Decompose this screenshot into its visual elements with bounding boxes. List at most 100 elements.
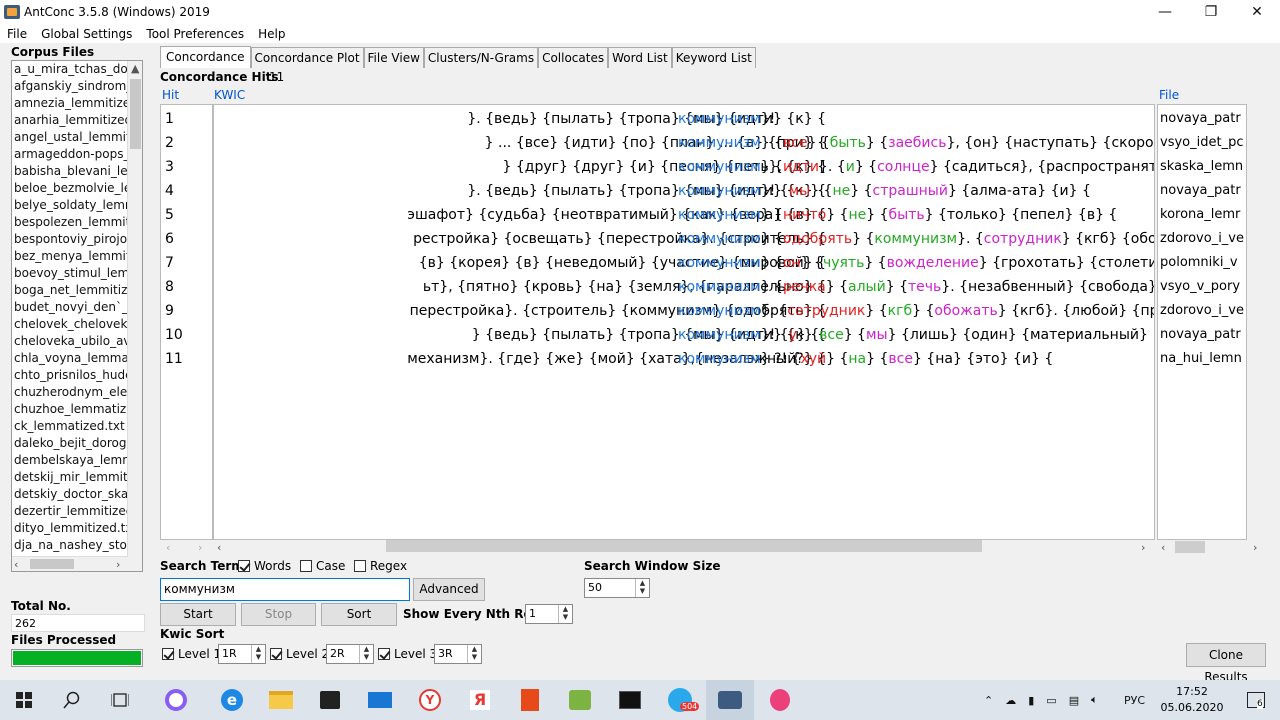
regex-checkbox[interactable]: Regex xyxy=(354,559,407,573)
corpus-file-item[interactable]: belye_soldaty_lemm xyxy=(12,197,128,214)
kwic-line[interactable]: перестройка}. {строитель} {коммунизм} {о… xyxy=(214,299,1154,323)
scroll-right-icon[interactable]: › xyxy=(1253,540,1257,555)
checkbox-icon[interactable] xyxy=(300,560,312,572)
checkbox-checked-icon[interactable] xyxy=(162,648,174,660)
notifications-icon[interactable]: 6 xyxy=(1232,680,1280,720)
corpus-file-item[interactable]: beloe_bezmolvie_le xyxy=(12,180,128,197)
file-column[interactable]: novaya_patr vsyo_idet_pc skaska_lemn novaya… xyxy=(1157,104,1247,540)
kwic-line[interactable]: {в} {корея} {в} {неведомый} {участие} {м… xyxy=(214,251,1154,275)
yandex-icon[interactable]: Я xyxy=(456,680,504,720)
spinner-arrows-icon[interactable]: ▲ ▼ xyxy=(558,605,572,623)
kwic-keyword[interactable]: коммунизм xyxy=(678,207,761,223)
scroll-right-icon[interactable]: › xyxy=(1141,540,1145,555)
scrollbar-thumb[interactable] xyxy=(130,79,141,149)
file-name[interactable]: novaya_patr xyxy=(1160,107,1241,131)
words-checkbox[interactable]: Words xyxy=(238,559,291,573)
kwic-results-pane[interactable]: }. {ведь} {пылать} {тропа} {мы} {идти} {… xyxy=(213,104,1155,540)
paint-3d-icon[interactable] xyxy=(756,680,804,720)
hit-number-column[interactable]: 1 2 3 4 5 6 7 8 9 10 11 xyxy=(160,104,213,540)
corpus-file-item[interactable]: cheloveka_ubilo_avt xyxy=(12,333,128,350)
level2-checkbox[interactable]: Level 2 xyxy=(270,647,329,661)
hit-number[interactable]: 5 xyxy=(165,203,174,227)
corpus-file-item[interactable]: chto_prisnilos_hudc xyxy=(12,367,128,384)
kwic-line[interactable]: механизм}. {где} {же} {мой} {хата},{неза… xyxy=(214,347,1154,371)
checkbox-checked-icon[interactable] xyxy=(238,560,250,572)
clock[interactable]: 17:52 05.06.2020 xyxy=(1160,684,1224,716)
hit-number[interactable]: 7 xyxy=(165,251,174,275)
kwic-keyword[interactable]: коммунизм xyxy=(678,111,761,127)
antconc-taskbar-icon[interactable] xyxy=(706,680,754,720)
kwic-keyword[interactable]: коммунизм xyxy=(678,351,761,367)
menu-help[interactable]: Help xyxy=(251,27,292,41)
kwic-keyword[interactable]: коммунизм xyxy=(678,255,761,271)
corpus-file-item[interactable]: afganskiy_sindrom_ xyxy=(12,78,128,95)
corpus-file-item[interactable]: detskij_mir_lemmitiz xyxy=(12,469,128,486)
corpus-file-item[interactable]: babisha_blevani_ler xyxy=(12,163,128,180)
kwic-keyword[interactable]: коммунизм xyxy=(678,183,761,199)
volume-icon[interactable]: 🔈︎ xyxy=(1091,693,1098,707)
kwic-hscroll-thumb[interactable] xyxy=(386,540,982,552)
level3-spinner[interactable]: 3R ▲ ▼ xyxy=(434,644,482,664)
corpus-file-item[interactable]: bespolezen_lemmit xyxy=(12,214,128,231)
tab-clusters[interactable]: Clusters/N-Grams xyxy=(423,47,539,68)
kwic-line[interactable]: }. {ведь} {пылать} {тропа} {мы} {идти} {… xyxy=(214,107,1154,131)
corpus-file-item[interactable]: chelovek_cheloveku xyxy=(12,316,128,333)
scrollbar-thumb[interactable] xyxy=(30,559,74,569)
advanced-button[interactable]: Advanced xyxy=(413,578,485,601)
case-checkbox[interactable]: Case xyxy=(300,559,345,573)
battery-icon[interactable]: ▭ xyxy=(1046,694,1056,707)
tab-keyword-list[interactable]: Keyword List xyxy=(671,47,756,68)
scroll-left-icon[interactable]: ‹ xyxy=(166,540,170,555)
checkbox-icon[interactable] xyxy=(354,560,366,572)
kwic-line[interactable]: рестройка} {освещать} {перестройка}. {ст… xyxy=(214,227,1154,251)
hit-number[interactable]: 10 xyxy=(165,323,183,347)
corpus-file-item[interactable]: dezertir_lemmitized xyxy=(12,503,128,520)
terminal-icon[interactable] xyxy=(606,680,654,720)
nth-row-spinner[interactable]: 1 ▲ ▼ xyxy=(525,604,573,624)
language-indicator[interactable]: РУС xyxy=(1124,680,1145,720)
file-column-header[interactable]: File xyxy=(1159,88,1179,102)
checkbox-checked-icon[interactable] xyxy=(378,648,390,660)
corpus-file-item[interactable]: daleko_bejit_dorog xyxy=(12,435,128,452)
office-icon[interactable] xyxy=(506,680,554,720)
menu-global-settings[interactable]: Global Settings xyxy=(34,27,139,41)
alice-assistant-icon[interactable] xyxy=(152,680,200,720)
corpus-file-item[interactable]: budet_novyi_den`_le xyxy=(12,299,128,316)
hit-number[interactable]: 4 xyxy=(165,179,174,203)
microphone-icon[interactable]: ▮ xyxy=(1028,694,1034,707)
sort-button[interactable]: Sort xyxy=(321,603,397,626)
file-hscroll[interactable]: ‹ › xyxy=(1157,540,1267,554)
corpus-vertical-scrollbar[interactable]: ▲ xyxy=(127,61,142,571)
spinner-arrows-icon[interactable]: ▲ ▼ xyxy=(359,645,373,663)
file-name[interactable]: novaya_patr xyxy=(1160,323,1241,347)
search-window-size-spinner[interactable]: 50 ▲ ▼ xyxy=(584,578,650,598)
corpus-file-item[interactable]: amnezia_lemmitized xyxy=(12,95,128,112)
close-button[interactable]: ✕ xyxy=(1234,0,1280,24)
corpus-file-item[interactable]: boga_net_lemmitize xyxy=(12,282,128,299)
tab-concordance[interactable]: Concordance xyxy=(160,46,251,68)
corpus-file-item[interactable]: boevoy_stimul_lemr xyxy=(12,265,128,282)
checkbox-checked-icon[interactable] xyxy=(270,648,282,660)
system-tray-icons[interactable]: ⌃ ☁ ▮ ▭ ▤ 🔈︎ xyxy=(978,680,1104,720)
clone-results-button[interactable]: Clone Results xyxy=(1186,643,1266,684)
hit-number[interactable]: 3 xyxy=(165,155,174,179)
hit-number[interactable]: 9 xyxy=(165,299,174,323)
kwic-keyword[interactable]: коммунизм xyxy=(678,303,761,319)
corpus-file-item[interactable]: angel_ustal_lemmiti xyxy=(12,129,128,146)
hit-number[interactable]: 1 xyxy=(165,107,174,131)
corpus-file-item[interactable]: dja_na_nashey_store xyxy=(12,537,128,554)
start-button[interactable]: Start xyxy=(160,603,236,626)
tab-word-list[interactable]: Word List xyxy=(608,47,672,68)
search-term-input[interactable]: коммунизм xyxy=(160,578,410,601)
kwic-line[interactable]: }. {ведь} {пылать} {тропа} {мы} {идти} {… xyxy=(214,179,1154,203)
scroll-left-icon[interactable]: ‹ xyxy=(1161,540,1165,555)
level1-checkbox[interactable]: Level 1 xyxy=(162,647,221,661)
hit-number[interactable]: 2 xyxy=(165,131,174,155)
scroll-right-icon[interactable]: › xyxy=(116,557,120,571)
level1-spinner[interactable]: 1R ▲ ▼ xyxy=(218,644,266,664)
chevron-up-icon[interactable]: ⌃ xyxy=(984,694,993,707)
restore-button[interactable]: ❐ xyxy=(1188,0,1234,24)
file-explorer-icon[interactable] xyxy=(257,680,305,720)
task-view-icon[interactable] xyxy=(96,680,144,720)
hit-column-header[interactable]: Hit xyxy=(162,88,179,102)
